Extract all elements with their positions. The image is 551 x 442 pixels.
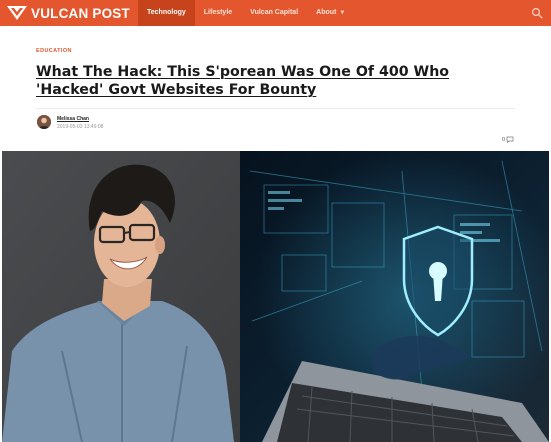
header-divider (36, 108, 515, 109)
top-navbar: VULCAN POST Technology Lifestyle Vulcan … (0, 0, 551, 26)
publish-date: 2019-05-03 13:49:08 (57, 124, 104, 130)
comment-count[interactable]: 0 (502, 136, 514, 143)
chevron-down-icon: ▼ (339, 10, 346, 16)
author-avatar[interactable] (37, 115, 51, 129)
article-category[interactable]: EDUCATION (36, 48, 72, 54)
site-logo[interactable]: VULCAN POST (6, 4, 130, 22)
logo-text: VULCAN POST (31, 5, 130, 21)
comment-icon (506, 136, 514, 143)
hero-illustration (2, 151, 549, 442)
author-name[interactable]: Melissa Chan (57, 116, 89, 122)
hero-image (2, 151, 549, 442)
search-icon[interactable] (531, 7, 543, 19)
avatar-icon (37, 115, 51, 129)
article-title[interactable]: What The Hack: This S'porean Was One Of … (36, 63, 506, 99)
main-nav: Technology Lifestyle Vulcan Capital Abou… (138, 0, 354, 26)
nav-vulcan-capital[interactable]: Vulcan Capital (241, 0, 307, 26)
comment-count-value: 0 (501, 136, 505, 143)
nav-technology[interactable]: Technology (138, 0, 195, 26)
nav-lifestyle[interactable]: Lifestyle (195, 0, 241, 26)
nav-about[interactable]: About ▼ (307, 0, 354, 26)
vulcan-logo-icon (7, 6, 27, 20)
nav-about-label: About (316, 9, 337, 16)
